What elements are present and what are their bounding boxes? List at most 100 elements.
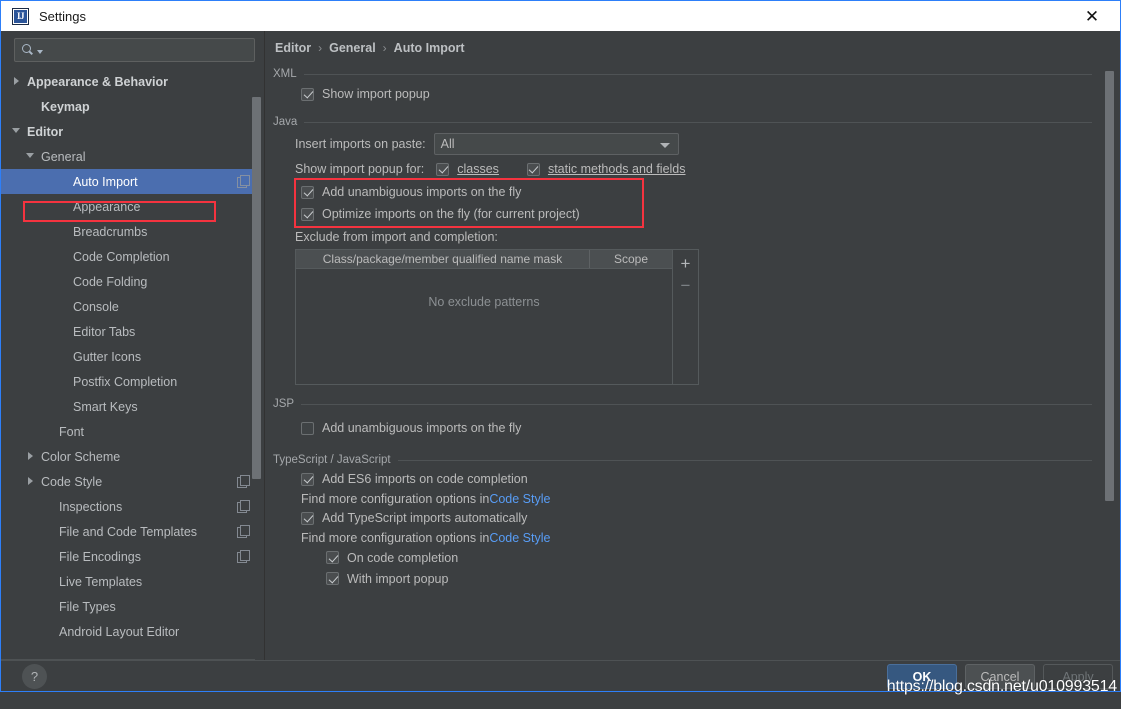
checkbox-row-add-es6[interactable]: Add ES6 imports on code completion: [301, 469, 1096, 489]
insert-imports-label: Insert imports on paste:: [295, 137, 426, 151]
sidebar-scrollbar-thumb[interactable]: [252, 97, 261, 479]
copy-icon[interactable]: [237, 475, 250, 488]
help-button[interactable]: ?: [22, 664, 47, 689]
checkbox-add-unambiguous-jsp[interactable]: [301, 421, 314, 435]
chevron-right-icon[interactable]: [25, 450, 38, 463]
remove-exclude-button[interactable]: −: [675, 274, 697, 296]
exclude-table: Class/package/member qualified name mask…: [295, 249, 699, 385]
sidebar-item-file-encodings[interactable]: File Encodings: [1, 544, 256, 569]
checkbox-add-typescript[interactable]: [301, 511, 314, 525]
search-icon: [21, 43, 35, 57]
sidebar-item-live-templates[interactable]: Live Templates: [1, 569, 256, 594]
sidebar-item-code-folding[interactable]: Code Folding: [1, 269, 256, 294]
settings-tree: Appearance & Behavior Keymap Editor General…: [1, 69, 256, 660]
sidebar-item-label: Font: [59, 424, 85, 439]
checkbox-label: Add unambiguous imports on the fly: [322, 421, 522, 435]
checkbox-row-with-import-popup[interactable]: With import popup: [326, 568, 1096, 589]
checkbox-on-code-completion[interactable]: [326, 551, 339, 564]
chevron-down-icon[interactable]: [11, 125, 24, 138]
sidebar-item-label: Gutter Icons: [73, 349, 142, 364]
search-box[interactable]: [14, 38, 255, 62]
checkbox-row-classes[interactable]: classes: [436, 162, 499, 176]
sidebar-item-label: Editor Tabs: [73, 324, 136, 339]
checkbox-add-es6[interactable]: [301, 472, 314, 486]
hint-text: Find more configuration options in: [301, 530, 490, 545]
sidebar-item-editor-tabs[interactable]: Editor Tabs: [1, 319, 256, 344]
sidebar-item-label: Smart Keys: [73, 399, 138, 414]
sidebar-item-color-scheme[interactable]: Color Scheme: [1, 444, 256, 469]
close-icon[interactable]: ✕: [1072, 1, 1112, 31]
checkbox-row-add-typescript[interactable]: Add TypeScript imports automatically: [301, 508, 1096, 528]
sidebar-item-code-style[interactable]: Code Style: [1, 469, 256, 494]
sidebar-item-label: Keymap: [41, 99, 90, 114]
sidebar-item-smart-keys[interactable]: Smart Keys: [1, 394, 256, 419]
checkbox-row-on-code-completion[interactable]: On code completion: [326, 547, 1096, 568]
section-ts-title: TypeScript / JavaScript: [273, 454, 391, 466]
checkbox-row-optimize-imports[interactable]: Optimize imports on the fly (for current…: [301, 203, 1096, 225]
content-scrollbar-thumb[interactable]: [1105, 71, 1114, 501]
sidebar-item-label: Appearance: [73, 199, 141, 214]
checkbox-classes[interactable]: [436, 162, 450, 176]
settings-sidebar: Appearance & Behavior Keymap Editor General…: [1, 31, 265, 660]
sidebar-item-breadcrumbs[interactable]: Breadcrumbs: [1, 219, 256, 244]
sidebar-item-console[interactable]: Console: [1, 294, 256, 319]
insert-imports-dropdown[interactable]: All: [433, 133, 679, 155]
sidebar-item-font[interactable]: Font: [1, 419, 256, 444]
hint-text: Find more configuration options in: [301, 491, 490, 506]
breadcrumb-item-1[interactable]: General: [329, 41, 376, 55]
checkbox-add-unambiguous-java[interactable]: [301, 185, 314, 199]
chevron-right-icon[interactable]: [11, 75, 24, 88]
breadcrumb-item-0[interactable]: Editor: [275, 41, 311, 55]
copy-icon[interactable]: [237, 525, 250, 538]
sidebar-item-inspections[interactable]: Inspections: [1, 494, 256, 519]
checkbox-label: Add ES6 imports on code completion: [322, 472, 528, 486]
sidebar-item-appearance[interactable]: Appearance: [1, 194, 256, 219]
column-header-mask[interactable]: Class/package/member qualified name mask: [296, 250, 590, 268]
sidebar-item-editor[interactable]: Editor: [1, 119, 256, 144]
sidebar-item-label: Postfix Completion: [73, 374, 178, 389]
checkbox-row-add-unambiguous-jsp[interactable]: Add unambiguous imports on the fly: [301, 417, 1096, 439]
checkbox-optimize-imports[interactable]: [301, 207, 314, 221]
sidebar-item-label: File Types: [59, 599, 116, 614]
sidebar-item-postfix-completion[interactable]: Postfix Completion: [1, 369, 256, 394]
chevron-down-icon[interactable]: [25, 150, 38, 163]
sidebar-item-appearance-behavior[interactable]: Appearance & Behavior: [1, 69, 256, 94]
column-header-scope[interactable]: Scope: [590, 250, 672, 268]
sidebar-item-android-layout-editor[interactable]: Android Layout Editor: [1, 619, 256, 644]
checkbox-row-xml-show-import-popup[interactable]: Show import popup: [301, 83, 1096, 105]
checkbox-row-static-methods[interactable]: static methods and fields: [526, 162, 686, 176]
sidebar-item-auto-import[interactable]: Auto Import: [1, 169, 256, 194]
section-xml-title: XML: [273, 68, 297, 80]
checkbox-with-import-popup[interactable]: [326, 572, 339, 585]
section-jsp-header: JSP: [273, 395, 1096, 413]
checkbox-static-methods[interactable]: [526, 162, 540, 176]
checkbox-label: Optimize imports on the fly (for current…: [322, 207, 580, 221]
section-jsp-title: JSP: [273, 398, 295, 410]
hint-code-style-1: Find more configuration options in Code …: [301, 489, 1096, 508]
sidebar-item-file-types[interactable]: File Types: [1, 594, 256, 619]
copy-icon[interactable]: [237, 500, 250, 513]
sidebar-item-label: File Encodings: [59, 549, 141, 564]
sidebar-item-label: Breadcrumbs: [73, 224, 148, 239]
checkbox-xml-show-import-popup[interactable]: [301, 87, 314, 101]
chevron-down-icon: [659, 143, 670, 148]
sidebar-item-file-and-code-templates[interactable]: File and Code Templates: [1, 519, 256, 544]
code-style-link[interactable]: Code Style: [489, 492, 550, 506]
sidebar-item-general[interactable]: General: [1, 144, 256, 169]
code-style-link[interactable]: Code Style: [489, 531, 550, 545]
sidebar-item-code-completion[interactable]: Code Completion: [1, 244, 256, 269]
add-exclude-button[interactable]: +: [675, 252, 697, 274]
copy-icon[interactable]: [237, 175, 250, 188]
checkbox-row-add-unambiguous-java[interactable]: Add unambiguous imports on the fly: [301, 181, 1096, 203]
sidebar-item-keymap[interactable]: Keymap: [1, 94, 256, 119]
sidebar-item-gutter-icons[interactable]: Gutter Icons: [1, 344, 256, 369]
chevron-right-icon[interactable]: [25, 475, 38, 488]
search-input[interactable]: [43, 42, 254, 58]
sidebar-item-label: Color Scheme: [41, 449, 121, 464]
section-java-title: Java: [273, 116, 298, 128]
copy-icon[interactable]: [237, 550, 250, 563]
